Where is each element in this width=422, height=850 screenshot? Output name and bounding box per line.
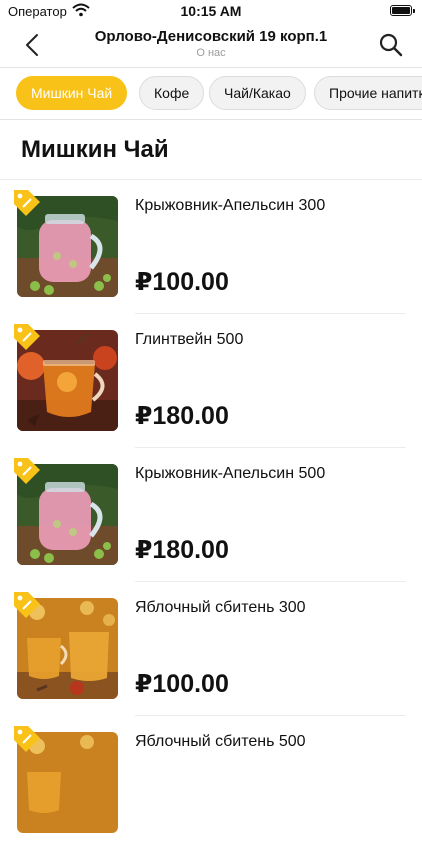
item-price: ₽100.00 [135,268,229,296]
item-price: ₽180.00 [135,402,229,430]
list-item[interactable]: Яблочный сбитень 300 ₽100.00 [0,582,422,716]
status-time: 10:15 AM [180,3,242,19]
list-item[interactable]: Яблочный сбитень 500 [0,716,422,850]
discount-tag-icon [14,726,40,752]
battery-icon [390,5,415,16]
category-tab-tea-cocoa[interactable]: Чай/Какао [209,76,306,110]
search-icon[interactable] [378,32,404,58]
item-name: Яблочный сбитень 500 [135,733,306,750]
back-chevron-icon[interactable] [20,32,46,58]
category-tab-coffee[interactable]: Кофе [139,76,205,110]
category-tab-other-drinks[interactable]: Прочие напитки [314,76,422,110]
item-name: Глинтвейн 500 [135,331,244,348]
discount-tag-icon [14,324,40,350]
discount-tag-icon [14,190,40,216]
list-item[interactable]: Крыжовник-Апельсин 500 ₽180.00 [0,448,422,582]
status-bar: Оператор 10:15 AM [0,0,422,24]
list-item[interactable]: Глинтвейн 500 ₽180.00 [0,314,422,448]
category-tabs: Мишкин Чай Кофе Чай/Какао Прочие напитки [0,67,422,120]
item-name: Крыжовник-Апельсин 300 [135,197,326,214]
item-price: ₽100.00 [135,670,229,698]
item-name: Крыжовник-Апельсин 500 [135,465,326,482]
discount-tag-icon [14,458,40,484]
navigation-bar: Орлово-Денисовский 19 корп.1 О нас [0,24,422,68]
discount-tag-icon [14,592,40,618]
section-title: Мишкин Чай [21,136,169,163]
item-name: Яблочный сбитень 300 [135,599,306,616]
list-item[interactable]: Крыжовник-Апельсин 300 ₽100.00 [0,180,422,314]
page-title: Орлово-Денисовский 19 корп.1 [94,28,328,45]
item-price: ₽180.00 [135,536,229,564]
category-tab-mishkin-chai[interactable]: Мишкин Чай [16,76,128,110]
about-link[interactable]: О нас [60,47,362,59]
